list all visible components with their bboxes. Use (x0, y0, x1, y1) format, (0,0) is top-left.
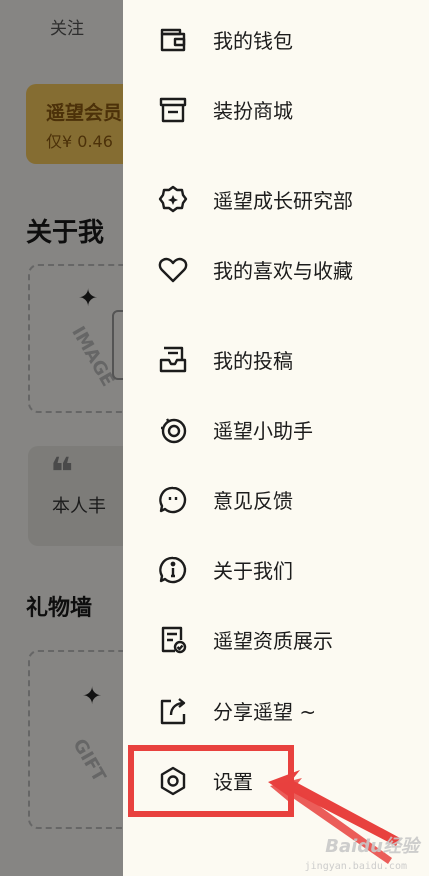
menu-item-share[interactable]: 分享遥望 ~ (123, 683, 429, 739)
heart-icon (157, 254, 189, 286)
feedback-icon (157, 484, 189, 516)
menu-label: 装扮商城 (213, 99, 293, 123)
menu-item-feedback[interactable]: 意见反馈 (123, 472, 429, 528)
watermark: Baidu经验 (325, 836, 419, 857)
assistant-icon (157, 414, 189, 446)
menu-item-store[interactable]: 装扮商城 (123, 82, 429, 138)
menu-label: 我的钱包 (213, 29, 293, 53)
menu-item-likes-favorites[interactable]: 我的喜欢与收藏 (123, 242, 429, 298)
menu-item-growth-lab[interactable]: 遥望成长研究部 (123, 172, 429, 228)
menu-label: 我的喜欢与收藏 (213, 259, 353, 283)
info-icon (157, 554, 189, 586)
menu-label: 遥望资质展示 (213, 629, 333, 653)
gear-sparkle-icon (157, 184, 189, 216)
menu-item-qualifications[interactable]: 遥望资质展示 (123, 612, 429, 668)
menu-item-my-submissions[interactable]: 我的投稿 (123, 332, 429, 388)
certificate-icon (157, 624, 189, 656)
menu-item-wallet[interactable]: 我的钱包 (123, 12, 429, 68)
store-icon (157, 94, 189, 126)
menu-label: 我的投稿 (213, 349, 293, 373)
watermark-url: jingyan.baidu.com (304, 861, 407, 872)
menu-label: 遥望小助手 (213, 419, 313, 443)
menu-item-about-us[interactable]: 关于我们 (123, 542, 429, 598)
menu-label: 遥望成长研究部 (213, 189, 353, 213)
highlight-box (128, 745, 294, 817)
wallet-icon (157, 24, 189, 56)
menu-label: 意见反馈 (213, 489, 293, 513)
menu-item-assistant[interactable]: 遥望小助手 (123, 402, 429, 458)
share-icon (157, 695, 189, 727)
submission-icon (157, 344, 189, 376)
menu-label: 关于我们 (213, 559, 293, 583)
menu-label: 分享遥望 ~ (213, 700, 317, 724)
